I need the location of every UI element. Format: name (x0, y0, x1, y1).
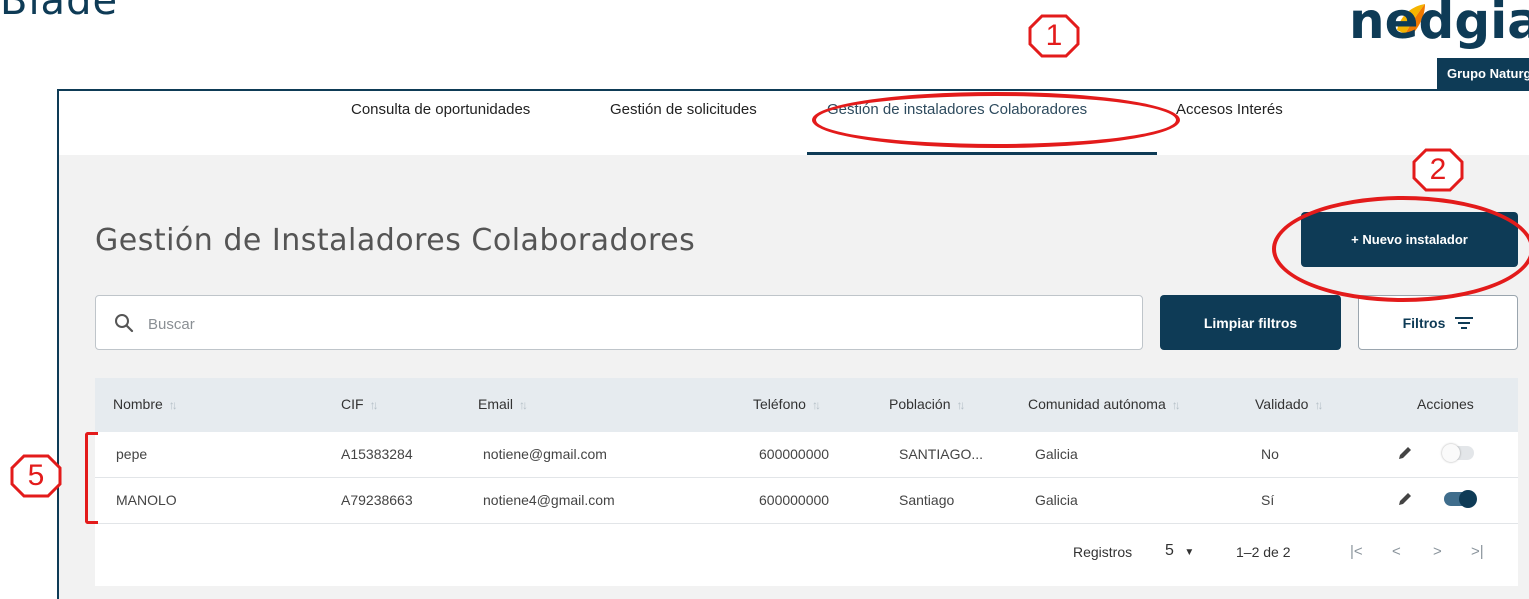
search-icon (115, 314, 134, 333)
cell-nombre: pepe (116, 446, 148, 462)
cell-validado: Sí (1261, 492, 1275, 508)
table-pagination: Registros 5 ▼ 1–2 de 2 |< < > >| (95, 524, 1518, 586)
clear-filters-button[interactable]: Limpiar filtros (1160, 295, 1341, 350)
sort-icon: ↑↓ (168, 398, 178, 412)
next-page-icon[interactable]: > (1433, 543, 1442, 560)
installers-table: Nombre ↑↓ CIF ↑↓ Email ↑↓ Teléfono ↑↓ Poblac… (95, 378, 1518, 586)
annotation-marker-2: 2 (1412, 148, 1464, 192)
filters-button[interactable]: Filtros (1358, 295, 1518, 350)
nav-consulta-oportunidades[interactable]: Consulta de oportunidades (351, 101, 530, 118)
cell-telefono: 600000000 (759, 446, 830, 462)
cell-telefono: 600000000 (759, 492, 830, 508)
logo-subtitle: Grupo Naturgy (1437, 58, 1529, 90)
table-row: MANOLO A79238663 notiene4@gmail.com 6000… (95, 478, 1518, 524)
cell-email: notiene4@gmail.com (483, 492, 615, 508)
app-frame: Consulta de oportunidades Gestión de sol… (57, 89, 1529, 599)
page-title: Gestión de Instaladores Colaboradores (95, 223, 696, 258)
annotation-marker-5: 5 (10, 454, 62, 498)
logo-wordmark: nedgia (1349, 0, 1529, 50)
page-size-select[interactable]: 5 ▼ (1165, 542, 1194, 560)
previous-page-icon[interactable]: < (1392, 543, 1401, 560)
annotation-ellipse-nav (812, 92, 1180, 148)
sort-icon: ↑↓ (1171, 398, 1181, 412)
active-tab-indicator (807, 152, 1157, 155)
pagination-label: Registros (1073, 544, 1133, 560)
nav-gestion-solicitudes[interactable]: Gestión de solicitudes (610, 101, 757, 118)
column-header-acciones: Acciones (1417, 396, 1474, 412)
cell-poblacion: Santiago (899, 492, 955, 508)
sort-icon: ↑↓ (1314, 398, 1323, 412)
column-header-nombre[interactable]: Nombre ↑↓ (113, 396, 178, 412)
active-toggle[interactable] (1444, 490, 1477, 508)
annotation-bracket-rows (85, 432, 98, 524)
column-header-telefono[interactable]: Teléfono ↑↓ (753, 396, 821, 412)
column-header-cif[interactable]: CIF ↑↓ (341, 396, 379, 412)
sort-icon: ↑↓ (811, 398, 821, 412)
top-navigation: Consulta de oportunidades Gestión de sol… (59, 91, 1529, 155)
first-page-icon[interactable]: |< (1350, 543, 1363, 560)
active-toggle[interactable] (1442, 444, 1474, 462)
cell-comunidad: Galicia (1035, 446, 1078, 462)
header-cut-word: Blade (0, 0, 119, 24)
cell-cif: A15383284 (341, 446, 413, 462)
pagination-range: 1–2 de 2 (1236, 544, 1291, 560)
edit-pencil-icon[interactable] (1397, 445, 1413, 461)
edit-pencil-icon[interactable] (1397, 491, 1413, 507)
table-row: pepe A15383284 notiene@gmail.com 6000000… (95, 432, 1518, 478)
column-header-validado[interactable]: Validado ↑↓ (1255, 396, 1323, 412)
cell-validado: No (1261, 446, 1279, 462)
cell-cif: A79238663 (341, 492, 413, 508)
filter-lines-icon (1455, 316, 1474, 329)
filters-button-label: Filtros (1402, 314, 1446, 331)
sort-icon: ↑↓ (519, 398, 528, 412)
toggle-knob (1442, 444, 1460, 462)
last-page-icon[interactable]: >| (1471, 543, 1484, 560)
nedgia-logo: nedgia Grupo Naturgy (1349, 0, 1529, 90)
cell-poblacion: SANTIAGO... (899, 446, 984, 462)
search-box (95, 295, 1143, 350)
column-header-comunidad[interactable]: Comunidad autónoma ↑↓ (1028, 396, 1181, 412)
cell-comunidad: Galicia (1035, 492, 1078, 508)
search-input[interactable] (146, 308, 1130, 340)
sort-icon: ↑↓ (956, 398, 966, 412)
cell-email: notiene@gmail.com (483, 446, 607, 462)
toggle-knob (1459, 490, 1477, 508)
annotation-marker-1: 1 (1028, 14, 1080, 58)
nav-accesos-interes[interactable]: Accesos Interés (1176, 101, 1283, 118)
cell-nombre: MANOLO (116, 492, 177, 508)
column-header-poblacion[interactable]: Población ↑↓ (889, 396, 966, 412)
sort-icon: ↑↓ (369, 398, 379, 412)
chevron-down-icon: ▼ (1184, 547, 1195, 558)
table-header: Nombre ↑↓ CIF ↑↓ Email ↑↓ Teléfono ↑↓ Poblac… (95, 378, 1518, 432)
annotation-ellipse-new-button (1272, 196, 1529, 302)
page-size-value: 5 (1165, 542, 1174, 559)
column-header-email[interactable]: Email ↑↓ (478, 396, 528, 412)
